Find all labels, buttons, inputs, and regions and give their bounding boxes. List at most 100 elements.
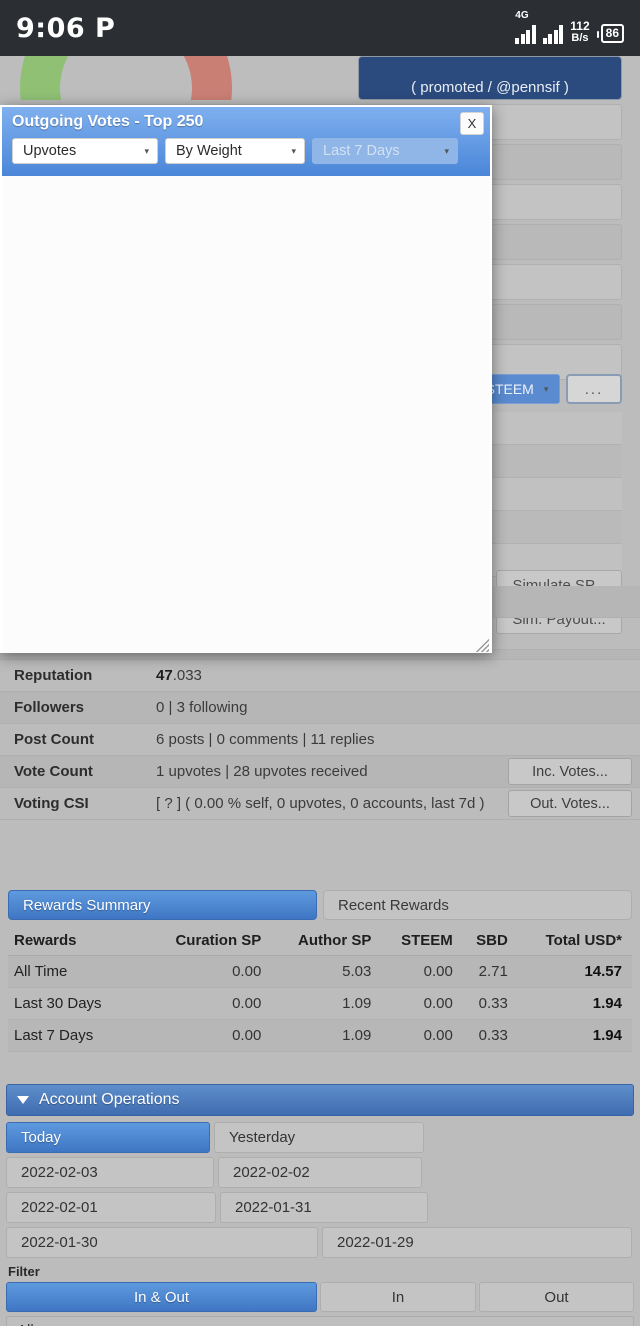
tab-recent-rewards[interactable]: Recent Rewards <box>323 890 632 920</box>
rewards-donut-chart <box>20 56 232 100</box>
cell-author-sp: 1.09 <box>271 1019 382 1052</box>
info-key: Vote Count <box>14 763 93 780</box>
tab-rewards-summary[interactable]: Rewards Summary <box>8 890 317 920</box>
caret-down-icon <box>17 1096 29 1104</box>
time-range-select: Last 7 Days ▾ <box>312 138 458 164</box>
dialog-header[interactable]: Outgoing Votes - Top 250 X Upvotes ▾ By … <box>2 107 490 176</box>
operation-type-value: All <box>17 1322 34 1326</box>
table-row: All Time 0.00 5.03 0.00 2.71 14.57 <box>8 955 632 988</box>
info-value: 0 | 3 following <box>156 699 248 716</box>
cell-sbd: 2.71 <box>462 955 518 988</box>
hero-section: $ 0.00 ( promoted / @pennsif ) <box>0 56 640 100</box>
battery-level: 86 <box>600 24 624 43</box>
info-key: Followers <box>14 699 85 716</box>
info-key: Reputation <box>14 667 93 684</box>
time-range-value: Last 7 Days <box>323 143 400 159</box>
cell-steem: 0.00 <box>381 1019 463 1052</box>
network-speed-indicator: 112 B/s <box>570 20 589 44</box>
dialog-title: Outgoing Votes - Top 250 <box>12 113 204 130</box>
date-button-today[interactable]: Today <box>6 1122 210 1153</box>
col-rewards: Rewards <box>8 928 145 956</box>
filter-out[interactable]: Out <box>479 1282 634 1312</box>
table-row: Last 30 Days 0.00 1.09 0.00 0.33 1.94 <box>8 987 632 1020</box>
info-row-reputation: Reputation 47.033 <box>0 660 640 692</box>
account-operations-section: Account Operations Today Yesterday 2022-… <box>0 1084 640 1326</box>
cell-curation-sp: 0.00 <box>144 1019 272 1052</box>
row-label: Last 7 Days <box>8 1019 145 1052</box>
rewards-table: Rewards Curation SP Author SP STEEM SBD … <box>8 928 632 1052</box>
status-icons: 4G 112 B/s 86 <box>515 10 624 44</box>
vote-type-value: Upvotes <box>23 143 77 159</box>
filter-label: Filter <box>8 1264 40 1279</box>
filter-in[interactable]: In <box>320 1282 476 1312</box>
date-button-2022-01-30[interactable]: 2022-01-30 <box>6 1227 318 1258</box>
status-bar: 9:06 P 4G 112 B/s 86 <box>0 0 640 56</box>
operation-type-select[interactable]: All ▾ <box>6 1316 634 1326</box>
date-button-2022-02-02[interactable]: 2022-02-02 <box>218 1157 422 1188</box>
chevron-down-icon: ▾ <box>144 145 149 156</box>
info-row-followers: Followers 0 | 3 following <box>0 692 640 724</box>
cell-curation-sp: 0.00 <box>144 955 272 988</box>
sort-order-value: By Weight <box>176 143 242 159</box>
cell-total-usd: 1.94 <box>517 987 632 1020</box>
network-type-label: 4G <box>515 10 529 21</box>
direction-filter-group: In & Out In Out <box>6 1282 634 1312</box>
row-label: All Time <box>8 955 145 988</box>
chevron-down-icon: ▾ <box>291 145 296 156</box>
info-key: Post Count <box>14 731 94 748</box>
more-options-button[interactable]: ... <box>566 374 622 404</box>
rewards-tabs: Rewards Summary Recent Rewards <box>8 890 632 920</box>
status-clock: 9:06 P <box>16 12 116 44</box>
date-button-2022-02-01[interactable]: 2022-02-01 <box>6 1192 216 1223</box>
cell-steem: 0.00 <box>381 987 463 1020</box>
token-toolbar: STEEM ▾ ... <box>474 374 622 404</box>
date-button-yesterday[interactable]: Yesterday <box>214 1122 424 1153</box>
cell-total-usd: 14.57 <box>517 955 632 988</box>
chevron-down-icon: ▾ <box>444 145 449 156</box>
col-author-sp: Author SP <box>271 928 382 956</box>
info-key: Voting CSI <box>14 795 89 812</box>
info-row-voting-csi: Voting CSI [ ? ] ( 0.00 % self, 0 upvote… <box>0 788 640 820</box>
cell-author-sp: 5.03 <box>271 955 382 988</box>
cell-author-sp: 1.09 <box>271 987 382 1020</box>
table-row: Last 7 Days 0.00 1.09 0.00 0.33 1.94 <box>8 1019 632 1052</box>
cellular-signal-2-icon <box>542 22 564 44</box>
outgoing-votes-dialog: Outgoing Votes - Top 250 X Upvotes ▾ By … <box>0 105 492 653</box>
rewards-table-header-row: Rewards Curation SP Author SP STEEM SBD … <box>8 928 632 956</box>
account-operations-title: Account Operations <box>39 1091 180 1108</box>
sort-order-select[interactable]: By Weight ▾ <box>165 138 305 164</box>
chevron-down-icon: ▾ <box>543 383 549 394</box>
rewards-section: Rewards Summary Recent Rewards Rewards C… <box>0 890 640 1052</box>
promoted-banner[interactable]: ( promoted / @pennsif ) <box>358 56 622 100</box>
cell-sbd: 0.33 <box>462 1019 518 1052</box>
battery-icon: 86 <box>596 24 624 44</box>
network-speed-value: 112 <box>570 19 590 33</box>
account-operations-header[interactable]: Account Operations <box>6 1084 634 1116</box>
cellular-signal-icon: 4G <box>515 10 536 44</box>
cell-total-usd: 1.94 <box>517 1019 632 1052</box>
col-total-usd: Total USD* <box>517 928 632 956</box>
app-root: 9:06 P 4G 112 B/s 86 $ 0.00 ( promoted /… <box>0 0 640 1326</box>
outgoing-votes-button[interactable]: Out. Votes... <box>508 790 632 817</box>
vote-type-select[interactable]: Upvotes ▾ <box>12 138 158 164</box>
cell-steem: 0.00 <box>381 955 463 988</box>
col-curation-sp: Curation SP <box>144 928 272 956</box>
date-button-2022-01-31[interactable]: 2022-01-31 <box>220 1192 428 1223</box>
col-sbd: SBD <box>462 928 518 956</box>
info-row-vote-count: Vote Count 1 upvotes | 28 upvotes receiv… <box>0 756 640 788</box>
info-value: 6 posts | 0 comments | 11 replies <box>156 731 375 748</box>
info-row-post-count: Post Count 6 posts | 0 comments | 11 rep… <box>0 724 640 756</box>
date-button-2022-01-29[interactable]: 2022-01-29 <box>322 1227 632 1258</box>
date-button-2022-02-03[interactable]: 2022-02-03 <box>6 1157 214 1188</box>
col-steem: STEEM <box>381 928 463 956</box>
incoming-votes-button[interactable]: Inc. Votes... <box>508 758 632 785</box>
filter-in-and-out[interactable]: In & Out <box>6 1282 317 1312</box>
dialog-filters: Upvotes ▾ By Weight ▾ Last 7 Days ▾ <box>12 138 482 164</box>
close-icon[interactable]: X <box>460 112 484 135</box>
row-label: Last 30 Days <box>8 987 145 1020</box>
network-speed-unit: B/s <box>571 32 589 44</box>
cell-curation-sp: 0.00 <box>144 987 272 1020</box>
cell-sbd: 0.33 <box>462 987 518 1020</box>
resize-handle[interactable] <box>475 638 489 652</box>
date-filter-buttons: Today Yesterday 2022-02-03 2022-02-02 20… <box>6 1122 634 1258</box>
